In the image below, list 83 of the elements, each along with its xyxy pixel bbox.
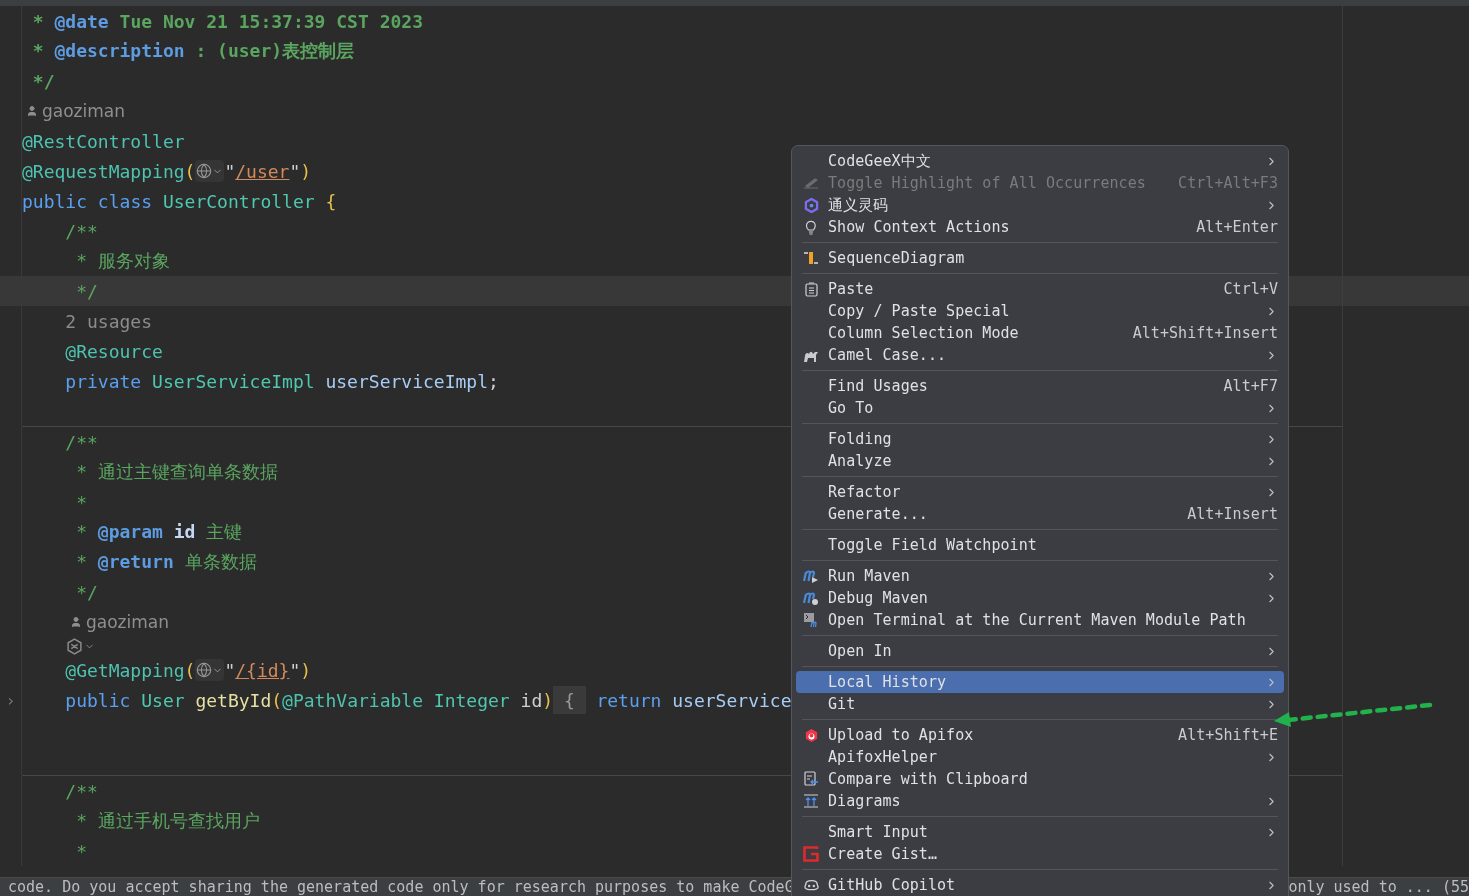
- code-text: 2 usages: [64, 310, 153, 332]
- terminal-icon: [803, 612, 819, 628]
- menu-item[interactable]: Paste Ctrl+V: [796, 278, 1284, 300]
- code-text: */: [75, 280, 98, 302]
- menu-item[interactable]: Refactor: [796, 481, 1284, 503]
- menu-item[interactable]: Create Gist…: [796, 843, 1284, 865]
- author-name: gaoziman: [86, 612, 169, 632]
- code-text: @RestController: [22, 130, 185, 152]
- gist-icon: [803, 846, 819, 862]
- globe-dropdown-icon[interactable]: [195, 659, 225, 681]
- code-text: *: [75, 840, 88, 862]
- menu-item[interactable]: ApifoxHelper: [796, 746, 1284, 768]
- shortcut-label: Alt+F7: [1223, 377, 1278, 395]
- code-text: return userService: [595, 689, 792, 711]
- code-text: * @date Tue Nov 21 15:37:39 CST 2023: [31, 10, 423, 32]
- code-text: * 服务对象: [75, 249, 170, 273]
- menu-item[interactable]: Generate... Alt+Insert: [796, 503, 1284, 525]
- menu-item[interactable]: Git: [796, 693, 1284, 715]
- menu-item[interactable]: Copy / Paste Special: [796, 300, 1284, 322]
- status-message: only used to ... (55: [1288, 878, 1469, 896]
- code-text: * 通过手机号查找用户: [75, 809, 260, 833]
- menu-item[interactable]: GitHub Copilot: [796, 874, 1284, 896]
- swirl-icon: [803, 197, 819, 213]
- copilot-icon: [803, 878, 819, 892]
- code-text: /**: [64, 220, 98, 242]
- code-text: */: [75, 581, 98, 603]
- shortcut-label: Alt+Shift+Insert: [1132, 324, 1278, 342]
- clipboard-icon: [804, 281, 818, 297]
- pen-icon: [803, 177, 819, 189]
- code-text: *: [75, 491, 88, 513]
- menu-item[interactable]: Folding: [796, 428, 1284, 450]
- person-icon: [26, 105, 38, 117]
- apifox-icon: [803, 727, 819, 743]
- menu-item[interactable]: Go To: [796, 397, 1284, 419]
- author-name: gaoziman: [42, 101, 125, 121]
- menu-item[interactable]: Analyze: [796, 450, 1284, 472]
- lightbulb-icon: [805, 219, 817, 235]
- code-text: /**: [64, 431, 98, 453]
- code-text: @RequestMapping(: [22, 160, 196, 182]
- compare-clipboard-icon: [803, 771, 819, 787]
- code-text: "/{id}"): [224, 659, 312, 681]
- menu-item[interactable]: CodeGeeX中文: [796, 150, 1284, 172]
- shortcut-label: Alt+Enter: [1196, 218, 1278, 236]
- code-text: * @param id 主键: [75, 520, 243, 544]
- menu-item[interactable]: Smart Input: [796, 821, 1284, 843]
- shortcut-label: Alt+Shift+E: [1178, 726, 1278, 744]
- shortcut-label: Alt+Insert: [1187, 505, 1278, 523]
- menu-item[interactable]: Open In: [796, 640, 1284, 662]
- menu-item[interactable]: Camel Case...: [796, 344, 1284, 366]
- menu-item[interactable]: 通义灵码: [796, 194, 1284, 216]
- diagram-icon: [803, 794, 819, 808]
- shortcut-label: Ctrl+V: [1223, 280, 1278, 298]
- code-text: @Resource: [64, 340, 163, 362]
- globe-dropdown-icon[interactable]: [195, 160, 225, 182]
- code-text: "/user"): [224, 160, 312, 182]
- folded-code[interactable]: {: [553, 686, 586, 714]
- menu-item[interactable]: Debug Maven: [796, 587, 1284, 609]
- person-icon: [70, 616, 82, 628]
- menu-item[interactable]: Column Selection Mode Alt+Shift+Insert: [796, 322, 1284, 344]
- code-text: /**: [64, 780, 98, 802]
- menu-item[interactable]: SequenceDiagram: [796, 247, 1284, 269]
- menu-item[interactable]: Upload to Apifox Alt+Shift+E: [796, 724, 1284, 746]
- menu-item[interactable]: Find Usages Alt+F7: [796, 375, 1284, 397]
- code-text: public User getById(@PathVariable Integer id): [64, 689, 554, 711]
- code-text: private UserServiceImpl userServiceImpl;: [64, 370, 499, 392]
- code-text: @GetMapping(: [64, 659, 196, 681]
- menu-item[interactable]: Compare with Clipboard: [796, 768, 1284, 790]
- maven-run-icon: [803, 568, 819, 584]
- code-text: * @description : (user)表控制层: [31, 39, 355, 63]
- menu-item[interactable]: Toggle Field Watchpoint: [796, 534, 1284, 556]
- ai-actions-icon[interactable]: [66, 637, 95, 655]
- shortcut-label: Ctrl+Alt+F3: [1178, 174, 1278, 192]
- code-text: * @return 单条数据: [75, 550, 257, 574]
- menu-item[interactable]: Open Terminal at the Current Maven Module Path: [796, 609, 1284, 631]
- code-text: */: [31, 70, 55, 92]
- menu-item[interactable]: Diagrams: [796, 790, 1284, 812]
- menu-item[interactable]: Show Context Actions Alt+Enter: [796, 216, 1284, 238]
- sequence-diagram-icon: [803, 250, 819, 266]
- code-text: public class UserController {: [22, 190, 337, 212]
- maven-debug-icon: [803, 590, 819, 606]
- menu-item[interactable]: Run Maven: [796, 565, 1284, 587]
- menu-item[interactable]: Local History: [796, 671, 1284, 693]
- code-text: * 通过主键查询单条数据: [75, 460, 278, 484]
